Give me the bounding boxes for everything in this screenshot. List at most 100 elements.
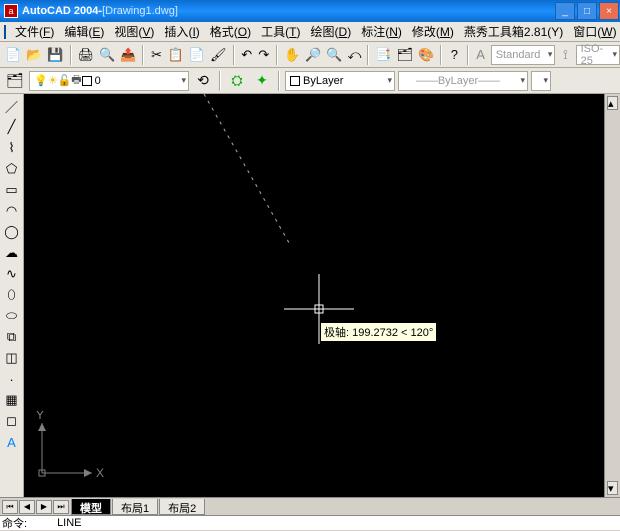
arc-icon[interactable]: ◠ xyxy=(2,201,22,221)
make-block-icon[interactable]: ◫ xyxy=(2,348,22,368)
menu-yanxiu[interactable]: 燕秀工具箱2.81(Y) xyxy=(459,21,568,42)
redo-icon[interactable]: ↷ xyxy=(257,44,271,66)
tooltip-label: 极轴: xyxy=(324,327,349,339)
mtext-icon[interactable]: A xyxy=(2,432,22,452)
standard-toolbar: 📄 📂 💾 🖨 🔍 📤 ✂ 📋 📄 🖌 ↶ ↷ ✋ 🔎 🔍 ⤺ 📑 🗂 🎨 ? … xyxy=(0,42,620,68)
menu-bar: 文件(F) 编辑(E) 视图(V) 插入(I) 格式(O) 工具(T) 绘图(D… xyxy=(0,22,620,42)
polar-tooltip: 极轴: 199.2732 < 120° xyxy=(320,322,437,342)
draw-toolbar: ／ ╱ ⌇ ⬠ ▭ ◠ ◯ ☁ ∿ ⬯ ⬭ ⧉ ◫ · ▦ ◻ A xyxy=(0,94,24,497)
hatch-icon[interactable]: ▦ xyxy=(2,390,22,410)
title-bar: a AutoCAD 2004 - [Drawing1.dwg] _ □ × xyxy=(0,0,620,22)
props-icon[interactable]: 📑 xyxy=(374,44,392,66)
layout-tab-bar: ⏮ ◀ ▶ ⏭ 模型 布局1 布局2 xyxy=(0,497,620,515)
document-title: [Drawing1.dwg] xyxy=(102,5,178,17)
tooltip-value: 199.2732 < 120° xyxy=(352,327,433,339)
layer-tools-icon[interactable]: ✦ xyxy=(251,70,273,92)
dim-style-icon[interactable]: ⟟ xyxy=(558,44,572,66)
menu-format[interactable]: 格式(O) xyxy=(205,21,256,42)
tab-layout1[interactable]: 布局1 xyxy=(112,499,158,515)
region-icon[interactable]: ◻ xyxy=(2,411,22,431)
match-icon[interactable]: 🖌 xyxy=(209,44,228,66)
dcenter-icon[interactable]: 🗂 xyxy=(396,44,415,66)
command-prompt: 命令: xyxy=(2,515,27,531)
color-swatch xyxy=(290,76,300,86)
menu-modify[interactable]: 修改(M) xyxy=(407,21,459,42)
menu-window[interactable]: 窗口(W) xyxy=(568,21,620,42)
color-value: ByLayer xyxy=(303,75,343,87)
app-icon: a xyxy=(4,4,18,18)
print-icon[interactable]: 🖨 xyxy=(77,44,96,66)
ucs-icon: X Y xyxy=(34,411,104,481)
ucs-y-label: Y xyxy=(36,411,44,422)
layer-color-swatch xyxy=(82,76,92,86)
rect-icon[interactable]: ▭ xyxy=(2,180,22,200)
zoom-rt-icon[interactable]: 🔎 xyxy=(304,44,322,66)
properties-toolbar: 🗂 💡☀🔓🖶 0 ⟲ ⛭ ✦ ByLayer —— ByLayer —— xyxy=(0,68,620,94)
scroll-up-button[interactable]: ▴ xyxy=(607,96,618,110)
text-style-dropdown[interactable]: Standard xyxy=(491,45,556,65)
open-icon[interactable]: 📂 xyxy=(25,44,43,66)
layer-dropdown[interactable]: 💡☀🔓🖶 0 xyxy=(29,71,189,91)
ellipse-arc-icon[interactable]: ⬭ xyxy=(2,306,22,326)
color-dropdown[interactable]: ByLayer xyxy=(285,71,395,91)
point-icon[interactable]: · xyxy=(2,369,22,389)
paste-icon[interactable]: 📄 xyxy=(188,44,206,66)
minimize-button[interactable]: _ xyxy=(555,2,575,20)
dim-style-dropdown[interactable]: ISO-25 xyxy=(576,45,620,65)
linetype-dropdown[interactable]: —— ByLayer —— xyxy=(398,71,528,91)
ucs-x-label: X xyxy=(96,466,104,480)
new-icon[interactable]: 📄 xyxy=(4,44,22,66)
polygon-icon[interactable]: ⬠ xyxy=(2,159,22,179)
zoom-win-icon[interactable]: 🔍 xyxy=(325,44,343,66)
command-line[interactable]: 命令: LINE xyxy=(0,515,620,530)
v-scrollbar[interactable]: ▴ ▾ xyxy=(604,94,620,497)
mdi-system-icon[interactable] xyxy=(4,25,6,39)
menu-draw[interactable]: 绘图(D) xyxy=(306,21,357,42)
spline-icon[interactable]: ∿ xyxy=(2,264,22,284)
polar-track-line xyxy=(24,94,324,244)
workspace: ／ ╱ ⌇ ⬠ ▭ ◠ ◯ ☁ ∿ ⬯ ⬭ ⧉ ◫ · ▦ ◻ A 极轴: 19… xyxy=(0,94,620,497)
preview-icon[interactable]: 🔍 xyxy=(98,44,116,66)
tab-first-button[interactable]: ⏮ xyxy=(2,500,18,514)
close-button[interactable]: × xyxy=(599,2,619,20)
command-text: LINE xyxy=(57,517,81,529)
menu-tools[interactable]: 工具(T) xyxy=(256,21,305,42)
tab-layout2[interactable]: 布局2 xyxy=(159,499,205,515)
app-title: AutoCAD 2004 xyxy=(22,5,98,17)
menu-dim[interactable]: 标注(N) xyxy=(356,21,407,42)
maximize-button[interactable]: □ xyxy=(577,2,597,20)
lineweight-dropdown[interactable] xyxy=(531,71,551,91)
undo-icon[interactable]: ↶ xyxy=(240,44,254,66)
text-style-icon[interactable]: A xyxy=(474,44,488,66)
palette-icon[interactable]: 🎨 xyxy=(417,44,435,66)
menu-edit[interactable]: 编辑(E) xyxy=(59,21,109,42)
tab-last-button[interactable]: ⏭ xyxy=(53,500,69,514)
layer-name: 0 xyxy=(95,75,101,87)
menu-view[interactable]: 视图(V) xyxy=(109,21,159,42)
insert-block-icon[interactable]: ⧉ xyxy=(2,327,22,347)
xline-icon[interactable]: ╱ xyxy=(2,117,22,137)
line-icon[interactable]: ／ xyxy=(2,96,22,116)
revcloud-icon[interactable]: ☁ xyxy=(2,243,22,263)
copy-icon[interactable]: 📋 xyxy=(167,44,185,66)
circle-icon[interactable]: ◯ xyxy=(2,222,22,242)
menu-file[interactable]: 文件(F) xyxy=(10,21,59,42)
pan-icon[interactable]: ✋ xyxy=(283,44,301,66)
ellipse-icon[interactable]: ⬯ xyxy=(2,285,22,305)
make-current-icon[interactable]: ⛭ xyxy=(226,70,248,92)
scroll-down-button[interactable]: ▾ xyxy=(607,481,618,495)
layer-prev-icon[interactable]: ⟲ xyxy=(192,70,214,92)
pline-icon[interactable]: ⌇ xyxy=(2,138,22,158)
menu-insert[interactable]: 插入(I) xyxy=(159,21,204,42)
drawing-canvas[interactable]: 极轴: 199.2732 < 120° X Y xyxy=(24,94,604,497)
publish-icon[interactable]: 📤 xyxy=(119,44,137,66)
zoom-prev-icon[interactable]: ⤺ xyxy=(347,44,363,66)
window-controls: _ □ × xyxy=(554,0,620,22)
layer-manager-icon[interactable]: 🗂 xyxy=(4,70,26,92)
tab-next-button[interactable]: ▶ xyxy=(36,500,52,514)
tab-model[interactable]: 模型 xyxy=(71,499,111,515)
save-icon[interactable]: 💾 xyxy=(46,44,64,66)
tab-prev-button[interactable]: ◀ xyxy=(19,500,35,514)
cut-icon[interactable]: ✂ xyxy=(149,44,163,66)
help-icon[interactable]: ? xyxy=(447,44,461,66)
